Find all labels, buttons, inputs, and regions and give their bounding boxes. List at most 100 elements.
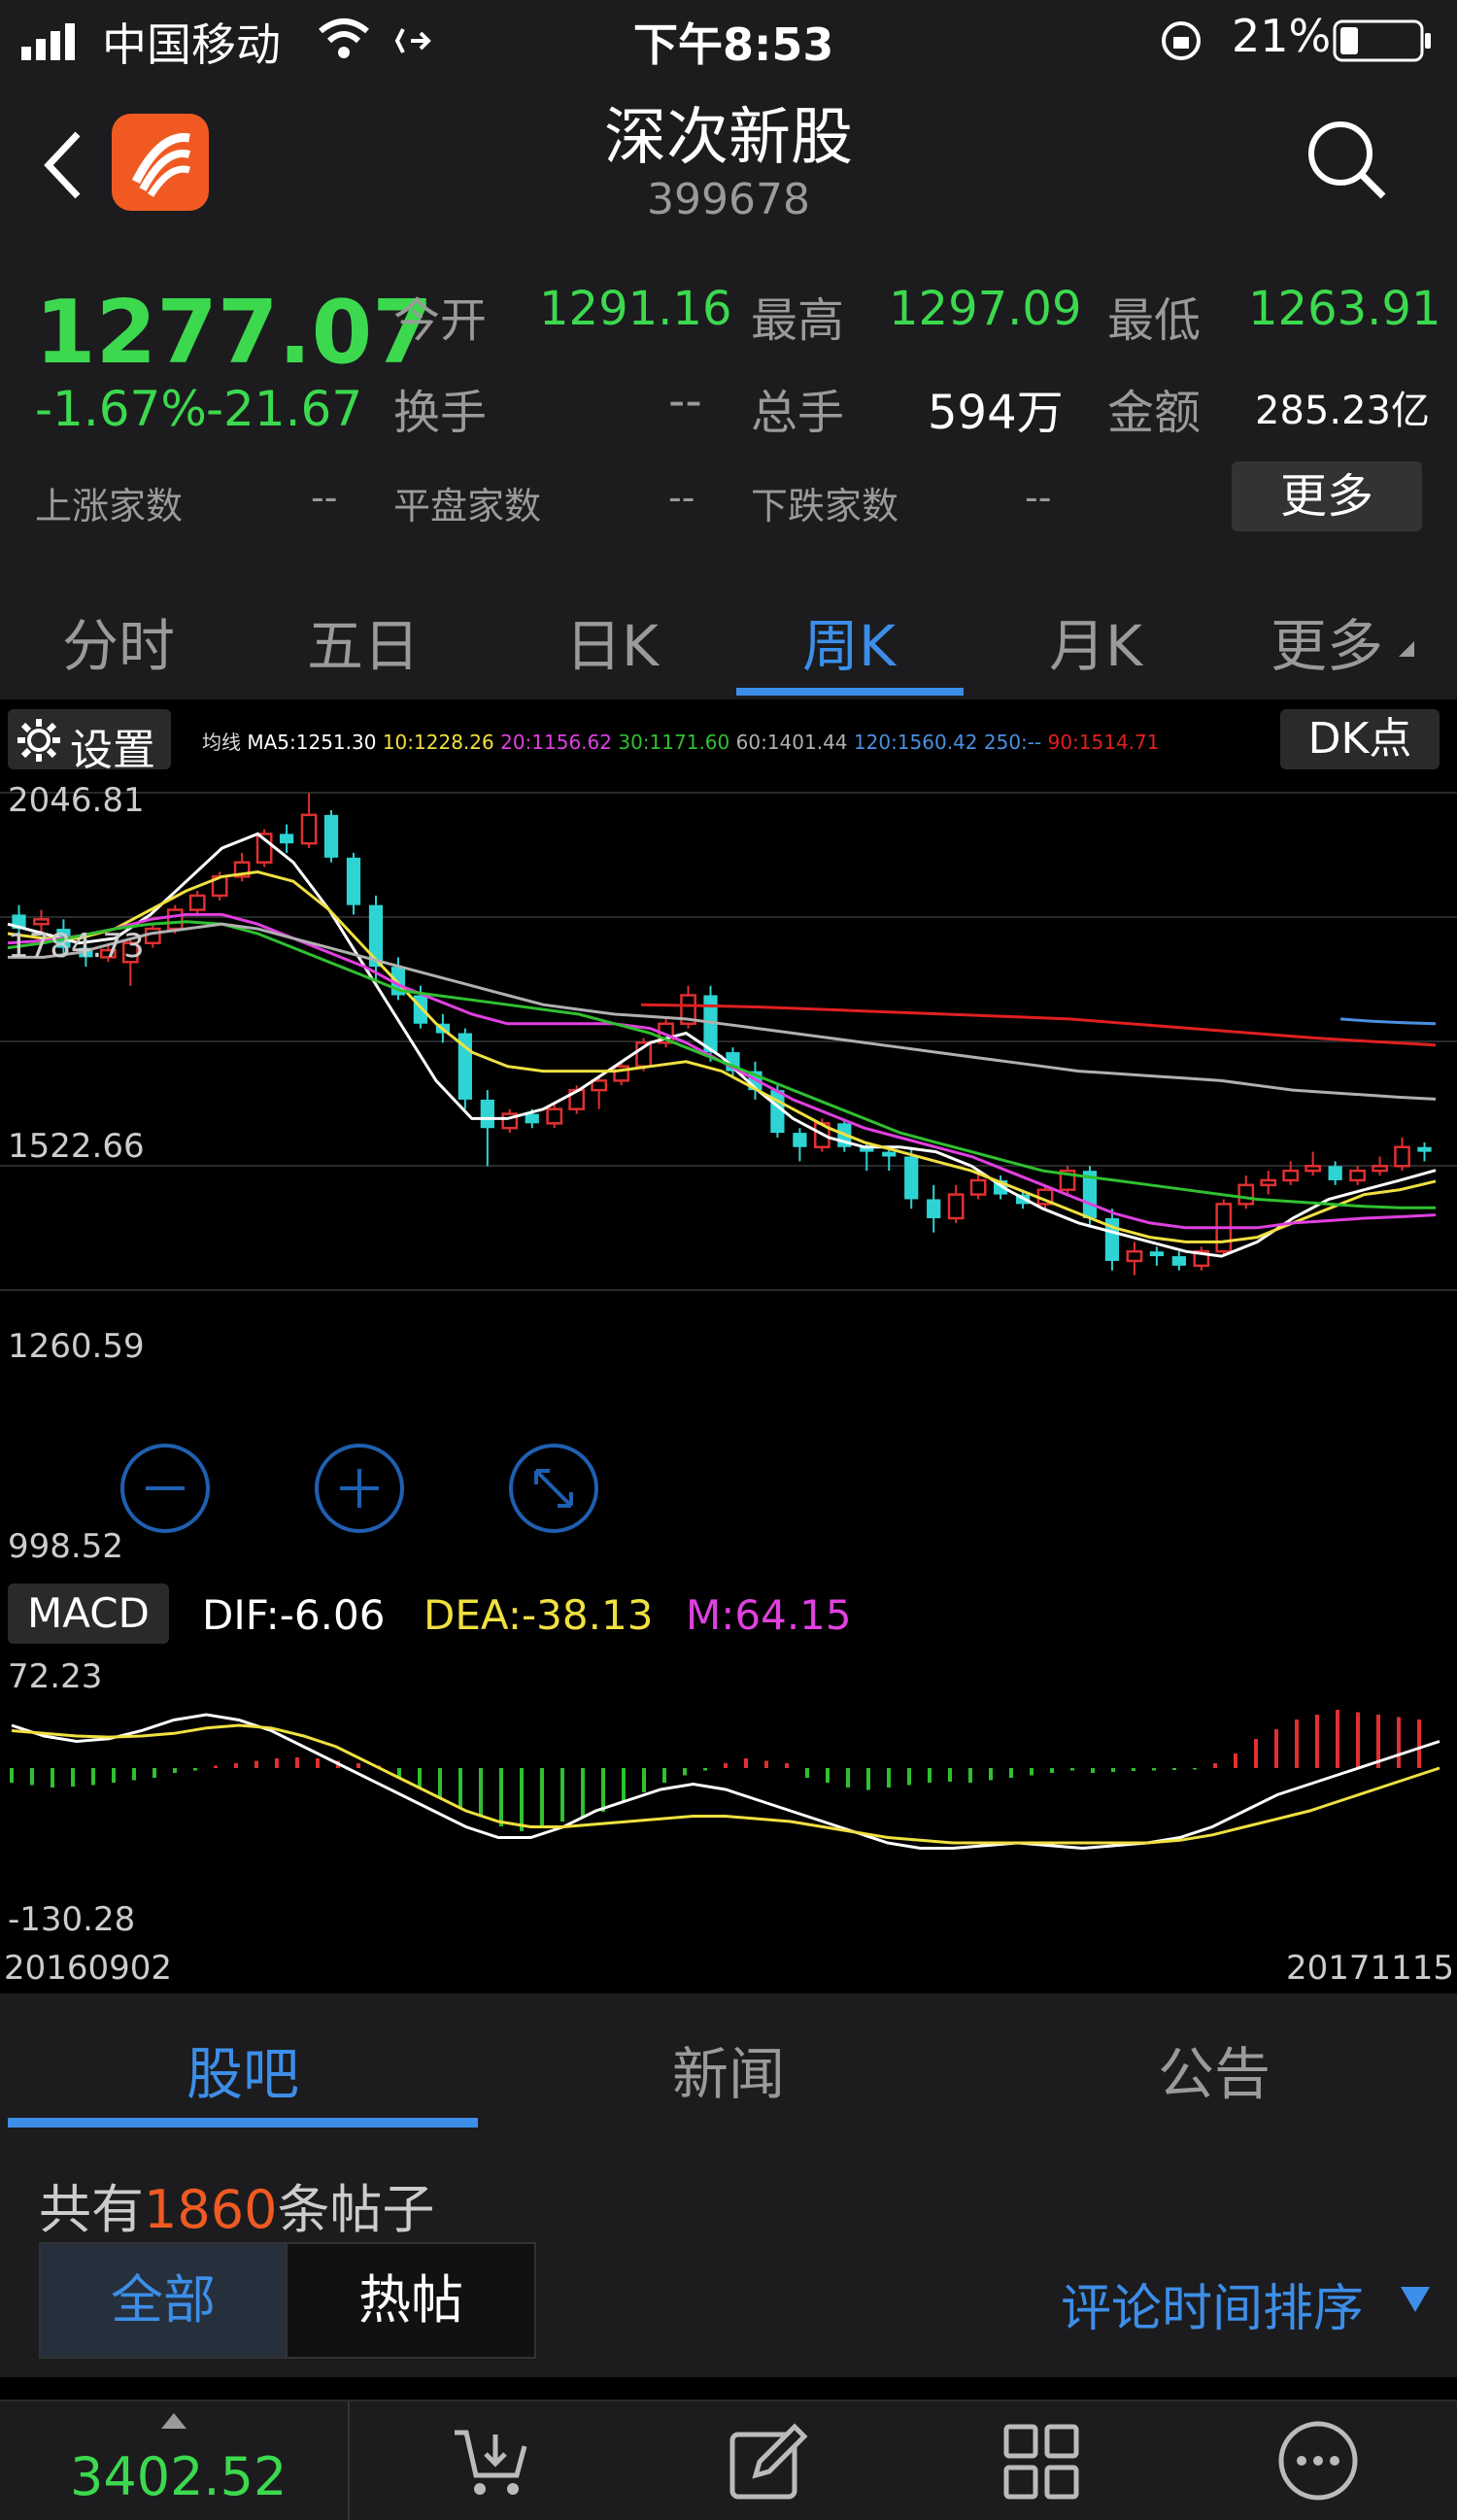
post-count-line: 共有1860条帖子 [39,2166,434,2243]
zoom-in-icon[interactable] [313,1442,406,1535]
candle-body [33,918,50,926]
zoom-out-icon[interactable] [119,1442,212,1535]
price-axis-4: 1260.59 [8,1327,145,1366]
price-axis-top: 2046.81 [8,781,145,820]
tab-daily-k[interactable]: 日K [565,600,659,682]
candle-body [323,814,339,858]
ma5-value: MA5:1251.30 [247,731,377,754]
battery-icon [1333,19,1431,62]
search-icon[interactable] [1304,117,1391,204]
edit-post-icon[interactable] [727,2421,808,2503]
turnover-label: 换手 [393,386,488,440]
grid-menu-icon[interactable] [1000,2421,1082,2503]
date-start: 20160902 [4,1949,173,1988]
macd-axis-bottom: -130.28 [8,1900,136,1939]
candle-body [188,894,206,911]
flat-count-value: -- [668,476,695,519]
sort-dropdown-icon[interactable] [1399,2285,1432,2314]
clock: 下午8:53 [633,18,834,71]
nav-header: 深次新股 399678 [0,78,1457,262]
wifi-icon [319,18,369,58]
macd-dif: DIF:-6.06 [202,1591,386,1639]
posts-section: 共有1860条帖子 全部 热帖 评论时间排序 [0,2129,1457,2377]
candle-body [793,1133,807,1147]
candlestick-chart[interactable] [0,779,1457,1304]
candle-body [300,813,318,845]
tab-more[interactable]: 更多 [1271,600,1383,682]
candle-body [525,1113,539,1124]
macd-m: M:64.15 [686,1591,852,1639]
low-label: 最低 [1107,293,1202,348]
candle-body [546,1107,563,1125]
amount-label: 金额 [1107,386,1202,440]
sort-selector[interactable]: 评论时间排序 [1061,2267,1364,2340]
index-value[interactable]: 3402.52 [70,2446,287,2507]
change-abs: -21.67 [206,381,363,437]
tab-announcements[interactable]: 公告 [971,2028,1457,2110]
open-value: 1291.16 [539,282,732,336]
gear-icon [17,719,60,762]
candle-body [1282,1169,1300,1182]
price-axis-2: 1784.73 [8,927,145,966]
ma-line-90 [640,1003,1437,1047]
candle-body [1328,1166,1342,1180]
candle-body [346,857,361,905]
tab-news[interactable]: 新闻 [486,2028,971,2110]
filter-hot-button[interactable]: 热帖 [286,2242,536,2359]
ma60-value: 60:1401.44 [735,731,848,754]
carrier-label: 中国移动 [102,18,281,71]
low-value: 1263.91 [1248,282,1441,336]
down-count-label: 下跌家数 [751,485,899,528]
macd-dea: DEA:-38.13 [424,1591,654,1639]
tab-guba[interactable]: 股吧 [0,2028,486,2110]
candle-body [969,1178,987,1196]
post-count-prefix: 共有 [39,2179,144,2240]
macd-label[interactable]: MACD [8,1584,169,1644]
candle-body [413,995,428,1024]
tab-intraday[interactable]: 分时 [62,600,175,682]
rotation-lock-icon [1162,21,1201,60]
candle-body [144,927,161,944]
volume-value: 594万 [928,386,1064,440]
tab-monthly-k[interactable]: 月K [1049,600,1142,682]
ma-title: 均线 [202,731,241,754]
index-up-arrow-icon [161,2413,186,2429]
ma250-value: 250:-- [983,731,1042,754]
more-button[interactable]: 更多 [1232,461,1422,531]
change-pct: -1.67% [35,381,207,437]
candle-body [1237,1183,1255,1206]
tab-five-day[interactable]: 五日 [307,600,420,682]
candle-body [947,1193,965,1220]
content-tab-indicator [8,2118,478,2128]
candle-body [480,1099,494,1129]
ma-line-MA5 [7,832,1437,1258]
tab-weekly-k[interactable]: 周K [802,600,896,682]
post-count-suffix: 条帖子 [277,2179,435,2240]
dropdown-corner-icon [1399,641,1414,657]
candle-body [1417,1146,1432,1152]
date-end: 20171115 [1286,1949,1455,1988]
fullscreen-icon[interactable] [507,1442,600,1535]
down-count-value: -- [1025,476,1052,519]
ma30-value: 30:1171.60 [618,731,730,754]
settings-button[interactable]: 设置 [8,709,171,775]
candle-body [882,1151,897,1157]
macd-chart[interactable] [0,1652,1457,1924]
filter-all-button[interactable]: 全部 [39,2242,288,2359]
stock-code: 399678 [647,175,810,224]
more-menu-icon[interactable] [1274,2417,1362,2504]
period-tabs: 分时 五日 日K 周K 月K 更多 [0,563,1457,699]
page-title: 深次新股 [604,102,853,174]
candle-body [279,834,294,844]
chart-area: 设置 均线 MA5:1251.30 10:1228.26 20:1156.62 … [0,699,1457,1992]
price-axis-3: 1522.66 [8,1127,145,1166]
high-value: 1297.09 [889,282,1082,336]
settings-label: 设置 [70,726,155,775]
candle-body [1126,1249,1143,1263]
high-label: 最高 [751,293,845,348]
trade-cart-icon[interactable] [449,2421,530,2503]
candle-body [591,1079,608,1092]
active-tab-indicator [736,688,964,696]
price-axis-bottom: 998.52 [8,1527,123,1566]
dk-button[interactable]: DK点 [1280,709,1440,769]
